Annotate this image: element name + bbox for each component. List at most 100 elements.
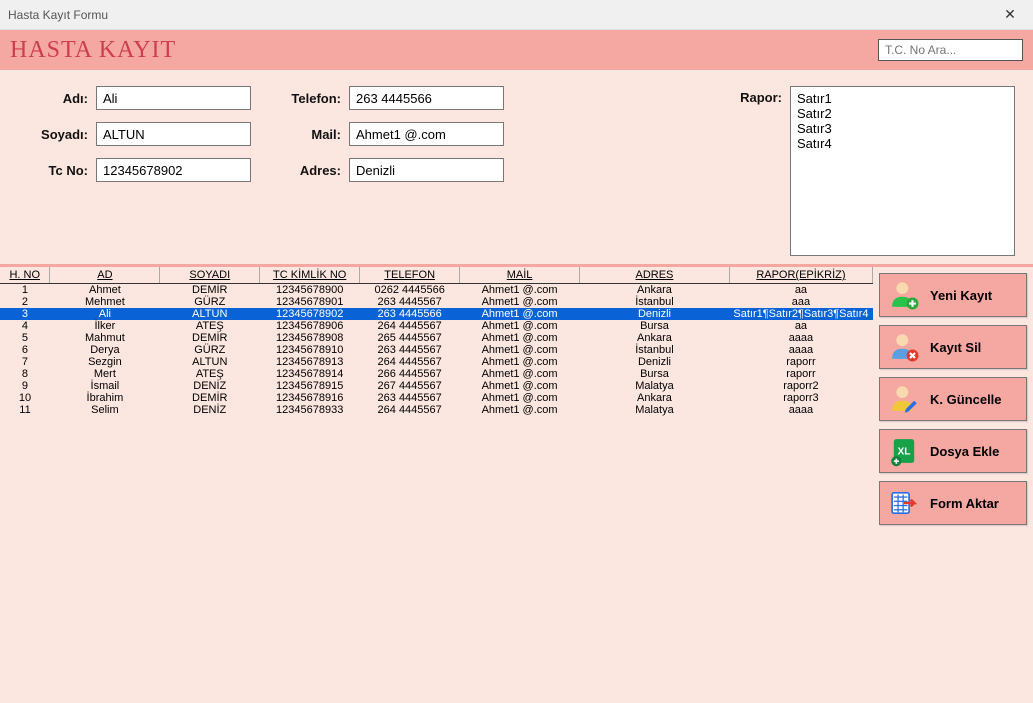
- cell-soyadi[interactable]: DENİZ: [160, 380, 260, 392]
- cell-tc[interactable]: 12345678933: [260, 404, 360, 416]
- cell-tc[interactable]: 12345678906: [260, 320, 360, 332]
- cell-tc[interactable]: 12345678902: [260, 308, 360, 320]
- cell-mail[interactable]: Ahmet1 @.com: [460, 308, 580, 320]
- cell-soyadi[interactable]: DEMİR: [160, 392, 260, 404]
- cell-tel[interactable]: 264 4445567: [360, 404, 460, 416]
- cell-rapor[interactable]: aaa: [729, 296, 872, 308]
- table-row[interactable]: 7SezginALTUN12345678913264 4445567Ahmet1…: [0, 356, 873, 368]
- table-row[interactable]: 8MertATEŞ12345678914266 4445567Ahmet1 @.…: [0, 368, 873, 380]
- table-row[interactable]: 11SelimDENİZ12345678933264 4445567Ahmet1…: [0, 404, 873, 416]
- cell-adres[interactable]: Bursa: [580, 368, 730, 380]
- export-form-button[interactable]: Form Aktar: [879, 481, 1027, 525]
- cell-ad[interactable]: Ahmet: [50, 284, 160, 297]
- cell-no[interactable]: 9: [0, 380, 50, 392]
- cell-tel[interactable]: 266 4445567: [360, 368, 460, 380]
- cell-adres[interactable]: İstanbul: [580, 296, 730, 308]
- cell-soyadi[interactable]: DEMİR: [160, 284, 260, 297]
- input-mail[interactable]: [349, 122, 504, 146]
- cell-adres[interactable]: Ankara: [580, 284, 730, 297]
- cell-mail[interactable]: Ahmet1 @.com: [460, 296, 580, 308]
- cell-tel[interactable]: 263 4445567: [360, 296, 460, 308]
- cell-rapor[interactable]: aa: [729, 320, 872, 332]
- cell-ad[interactable]: Sezgin: [50, 356, 160, 368]
- cell-ad[interactable]: Mert: [50, 368, 160, 380]
- cell-tel[interactable]: 263 4445567: [360, 344, 460, 356]
- cell-adres[interactable]: Ankara: [580, 332, 730, 344]
- cell-ad[interactable]: İbrahim: [50, 392, 160, 404]
- cell-soyadi[interactable]: GÜRZ: [160, 296, 260, 308]
- cell-tc[interactable]: 12345678916: [260, 392, 360, 404]
- table-row[interactable]: 10İbrahimDEMİR12345678916263 4445567Ahme…: [0, 392, 873, 404]
- cell-rapor[interactable]: aaaa: [729, 404, 872, 416]
- cell-rapor[interactable]: aaaa: [729, 344, 872, 356]
- cell-no[interactable]: 6: [0, 344, 50, 356]
- cell-tc[interactable]: 12345678900: [260, 284, 360, 297]
- delete-record-button[interactable]: Kayıt Sil: [879, 325, 1027, 369]
- cell-tc[interactable]: 12345678910: [260, 344, 360, 356]
- cell-soyadi[interactable]: ALTUN: [160, 308, 260, 320]
- cell-tel[interactable]: 263 4445567: [360, 392, 460, 404]
- add-file-button[interactable]: XL Dosya Ekle: [879, 429, 1027, 473]
- cell-ad[interactable]: Mahmut: [50, 332, 160, 344]
- cell-adres[interactable]: İstanbul: [580, 344, 730, 356]
- new-record-button[interactable]: Yeni Kayıt: [879, 273, 1027, 317]
- col-mail[interactable]: MAİL: [460, 267, 580, 284]
- cell-no[interactable]: 11: [0, 404, 50, 416]
- cell-tel[interactable]: 0262 4445566: [360, 284, 460, 297]
- cell-mail[interactable]: Ahmet1 @.com: [460, 368, 580, 380]
- cell-tc[interactable]: 12345678914: [260, 368, 360, 380]
- table-row[interactable]: 4İlkerATEŞ12345678906264 4445567Ahmet1 @…: [0, 320, 873, 332]
- col-soyadi[interactable]: SOYADI: [160, 267, 260, 284]
- col-no[interactable]: H. NO: [0, 267, 50, 284]
- cell-adres[interactable]: Denizli: [580, 308, 730, 320]
- cell-soyadi[interactable]: DEMİR: [160, 332, 260, 344]
- cell-no[interactable]: 7: [0, 356, 50, 368]
- input-adres[interactable]: [349, 158, 504, 182]
- cell-soyadi[interactable]: ATEŞ: [160, 368, 260, 380]
- cell-tel[interactable]: 264 4445567: [360, 320, 460, 332]
- cell-rapor[interactable]: aa: [729, 284, 872, 297]
- col-tel[interactable]: TELEFON: [360, 267, 460, 284]
- cell-mail[interactable]: Ahmet1 @.com: [460, 380, 580, 392]
- cell-adres[interactable]: Malatya: [580, 404, 730, 416]
- cell-rapor[interactable]: aaaa: [729, 332, 872, 344]
- update-record-button[interactable]: K. Güncelle: [879, 377, 1027, 421]
- cell-mail[interactable]: Ahmet1 @.com: [460, 284, 580, 297]
- col-tc[interactable]: TC KİMLİK NO: [260, 267, 360, 284]
- cell-ad[interactable]: İsmail: [50, 380, 160, 392]
- cell-tc[interactable]: 12345678915: [260, 380, 360, 392]
- tc-search-input[interactable]: [878, 39, 1023, 61]
- input-telefon[interactable]: [349, 86, 504, 110]
- table-row[interactable]: 3AliALTUN12345678902263 4445566Ahmet1 @.…: [0, 308, 873, 320]
- cell-ad[interactable]: Mehmet: [50, 296, 160, 308]
- col-ad[interactable]: AD: [50, 267, 160, 284]
- input-rapor[interactable]: [790, 86, 1015, 256]
- cell-mail[interactable]: Ahmet1 @.com: [460, 392, 580, 404]
- cell-no[interactable]: 8: [0, 368, 50, 380]
- cell-no[interactable]: 5: [0, 332, 50, 344]
- cell-tc[interactable]: 12345678901: [260, 296, 360, 308]
- cell-soyadi[interactable]: DENİZ: [160, 404, 260, 416]
- cell-no[interactable]: 4: [0, 320, 50, 332]
- input-soyadi[interactable]: [96, 122, 251, 146]
- cell-tc[interactable]: 12345678913: [260, 356, 360, 368]
- cell-mail[interactable]: Ahmet1 @.com: [460, 356, 580, 368]
- cell-ad[interactable]: Derya: [50, 344, 160, 356]
- input-tcno[interactable]: [96, 158, 251, 182]
- cell-no[interactable]: 2: [0, 296, 50, 308]
- cell-tel[interactable]: 265 4445567: [360, 332, 460, 344]
- cell-ad[interactable]: İlker: [50, 320, 160, 332]
- table-row[interactable]: 6DeryaGÜRZ12345678910263 4445567Ahmet1 @…: [0, 344, 873, 356]
- table-row[interactable]: 2MehmetGÜRZ12345678901263 4445567Ahmet1 …: [0, 296, 873, 308]
- data-table[interactable]: H. NO AD SOYADI TC KİMLİK NO TELEFON MAİ…: [0, 267, 873, 416]
- col-rapor[interactable]: RAPOR(EPİKRİZ): [729, 267, 872, 284]
- cell-rapor[interactable]: raporr2: [729, 380, 872, 392]
- cell-tel[interactable]: 263 4445566: [360, 308, 460, 320]
- grid[interactable]: H. NO AD SOYADI TC KİMLİK NO TELEFON MAİ…: [0, 267, 873, 703]
- table-row[interactable]: 5MahmutDEMİR12345678908265 4445567Ahmet1…: [0, 332, 873, 344]
- cell-mail[interactable]: Ahmet1 @.com: [460, 332, 580, 344]
- cell-rapor[interactable]: raporr: [729, 368, 872, 380]
- cell-rapor[interactable]: raporr3: [729, 392, 872, 404]
- cell-no[interactable]: 10: [0, 392, 50, 404]
- cell-adres[interactable]: Ankara: [580, 392, 730, 404]
